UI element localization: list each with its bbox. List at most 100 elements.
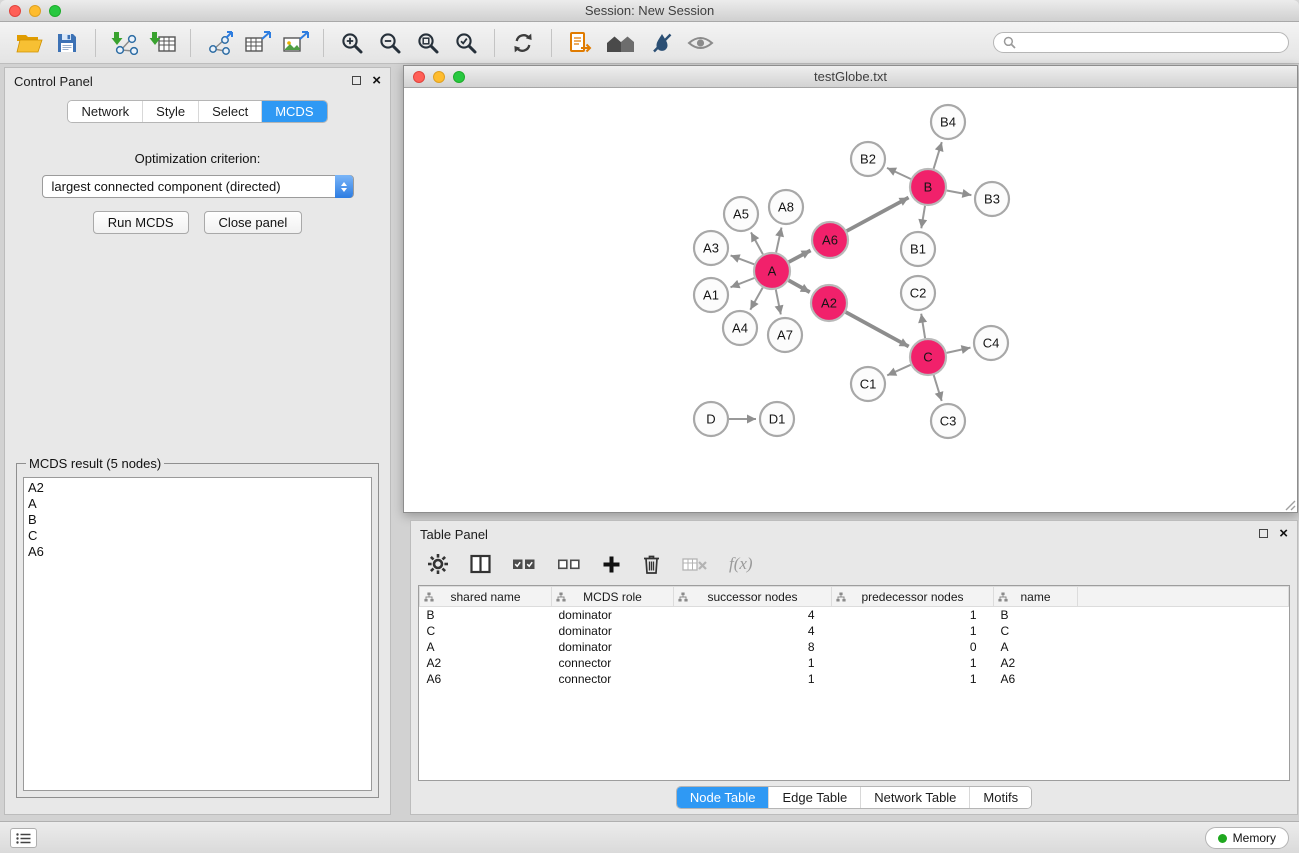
graph-edge-A-A6[interactable] — [789, 250, 811, 262]
zoom-window-button[interactable] — [49, 5, 61, 17]
graph-node-C1[interactable]: C1 — [851, 367, 885, 401]
tab-mcds[interactable]: MCDS — [262, 101, 326, 122]
graph-edge-A-A8[interactable] — [776, 228, 781, 253]
graph-node-A8[interactable]: A8 — [769, 190, 803, 224]
import-table-button[interactable] — [143, 26, 181, 60]
graph-edge-B-B2[interactable] — [887, 168, 911, 179]
unselect-all-columns-icon[interactable] — [557, 557, 581, 572]
delete-table-icon[interactable] — [682, 556, 708, 573]
zoom-network-window-button[interactable] — [453, 71, 465, 83]
table-cell[interactable]: A2 — [420, 655, 552, 671]
graph-node-C3[interactable]: C3 — [931, 404, 965, 438]
table-row[interactable]: Adominator80A — [420, 639, 1289, 655]
graph-node-A5[interactable]: A5 — [724, 197, 758, 231]
graph-node-A4[interactable]: A4 — [723, 311, 757, 345]
close-table-panel-icon[interactable]: × — [1279, 528, 1288, 539]
memory-button[interactable]: Memory — [1205, 827, 1289, 849]
close-network-window-button[interactable] — [413, 71, 425, 83]
graph-edge-C-C3[interactable] — [934, 375, 942, 401]
column-header-name[interactable]: name — [994, 587, 1078, 607]
graph-edge-C-C1[interactable] — [887, 365, 911, 376]
close-window-button[interactable] — [9, 5, 21, 17]
table-cell[interactable]: 4 — [674, 623, 832, 639]
table-cell[interactable]: 8 — [674, 639, 832, 655]
table-cell[interactable]: C — [994, 623, 1078, 639]
table-row[interactable]: A6connector11A6 — [420, 671, 1289, 687]
open-session-button[interactable] — [10, 26, 48, 60]
save-session-button[interactable] — [48, 26, 86, 60]
graph-node-C2[interactable]: C2 — [901, 276, 935, 310]
apply-layout-button[interactable] — [504, 26, 542, 60]
tab-select[interactable]: Select — [199, 101, 262, 122]
export-table-button[interactable] — [238, 26, 276, 60]
zoom-in-button[interactable] — [333, 26, 371, 60]
table-cell[interactable]: A — [420, 639, 552, 655]
graph-edge-C-C4[interactable] — [947, 348, 971, 353]
table-cell[interactable]: 1 — [674, 671, 832, 687]
table-cell[interactable]: A2 — [994, 655, 1078, 671]
table-cell[interactable]: dominator — [552, 639, 674, 655]
graph-edge-A6-B[interactable] — [847, 198, 909, 232]
table-cell[interactable]: 1 — [832, 623, 994, 639]
function-builder-icon[interactable]: f(x) — [729, 554, 753, 574]
column-header-successor-nodes[interactable]: successor nodes — [674, 587, 832, 607]
resize-grip-icon[interactable] — [1284, 499, 1296, 511]
table-cell[interactable]: B — [994, 607, 1078, 623]
graph-node-C[interactable]: C — [910, 339, 946, 375]
table-cell[interactable]: B — [420, 607, 552, 623]
column-header-MCDS-role[interactable]: MCDS role — [552, 587, 674, 607]
zoom-out-button[interactable] — [371, 26, 409, 60]
graph-edge-C-C2[interactable] — [921, 314, 925, 339]
graph-edge-A-A4[interactable] — [750, 288, 762, 310]
show-details-button[interactable] — [681, 26, 719, 60]
tab-style[interactable]: Style — [143, 101, 199, 122]
export-network-button[interactable] — [200, 26, 238, 60]
select-all-columns-icon[interactable] — [512, 557, 536, 572]
float-table-panel-icon[interactable] — [1259, 529, 1268, 538]
table-cell[interactable]: 1 — [832, 607, 994, 623]
table-cell[interactable]: 1 — [832, 655, 994, 671]
table-cell[interactable]: dominator — [552, 623, 674, 639]
graph-node-C4[interactable]: C4 — [974, 326, 1008, 360]
optimization-dropdown[interactable]: largest connected component (directed) — [42, 175, 354, 198]
mcds-result-list[interactable]: A2ABCA6 — [23, 477, 372, 791]
table-cell[interactable]: C — [420, 623, 552, 639]
column-header-predecessor-nodes[interactable]: predecessor nodes — [832, 587, 994, 607]
create-column-plus-icon[interactable] — [602, 555, 621, 574]
graph-edge-A-A3[interactable] — [731, 255, 755, 264]
search-input[interactable] — [1021, 36, 1279, 50]
table-cell[interactable]: 0 — [832, 639, 994, 655]
graph-node-B3[interactable]: B3 — [975, 182, 1009, 216]
graphics-details-button[interactable] — [643, 26, 681, 60]
graph-edge-A-A7[interactable] — [776, 290, 781, 315]
table-cell[interactable]: A6 — [420, 671, 552, 687]
table-cell[interactable]: dominator — [552, 607, 674, 623]
import-network-button[interactable] — [105, 26, 143, 60]
network-canvas[interactable]: B4B2BB3A5A8A6B1A3AC2A1A2A4A7C4CC1C3DD1 — [404, 88, 1297, 512]
graph-edge-B-B3[interactable] — [947, 191, 972, 196]
table-row[interactable]: A2connector11A2 — [420, 655, 1289, 671]
column-header-shared-name[interactable]: shared name — [420, 587, 552, 607]
graph-node-A7[interactable]: A7 — [768, 318, 802, 352]
table-cell[interactable]: 1 — [832, 671, 994, 687]
graph-node-B2[interactable]: B2 — [851, 142, 885, 176]
tab-network[interactable]: Network — [68, 101, 143, 122]
task-history-button[interactable] — [10, 828, 37, 848]
graph-node-A6[interactable]: A6 — [812, 222, 848, 258]
close-panel-button[interactable]: Close panel — [204, 211, 303, 234]
graph-edge-A-A5[interactable] — [751, 232, 763, 254]
tab-network-table[interactable]: Network Table — [861, 787, 970, 808]
graph-node-B4[interactable]: B4 — [931, 105, 965, 139]
minimize-window-button[interactable] — [29, 5, 41, 17]
graph-node-D1[interactable]: D1 — [760, 402, 794, 436]
home-view-button[interactable] — [599, 26, 643, 60]
table-cell[interactable]: 4 — [674, 607, 832, 623]
graph-node-A2[interactable]: A2 — [811, 285, 847, 321]
zoom-fit-button[interactable] — [409, 26, 447, 60]
float-panel-icon[interactable] — [352, 76, 361, 85]
export-image-button[interactable] — [276, 26, 314, 60]
graph-node-D[interactable]: D — [694, 402, 728, 436]
clipboard-import-button[interactable] — [561, 26, 599, 60]
graph-node-A3[interactable]: A3 — [694, 231, 728, 265]
tab-node-table[interactable]: Node Table — [677, 787, 770, 808]
